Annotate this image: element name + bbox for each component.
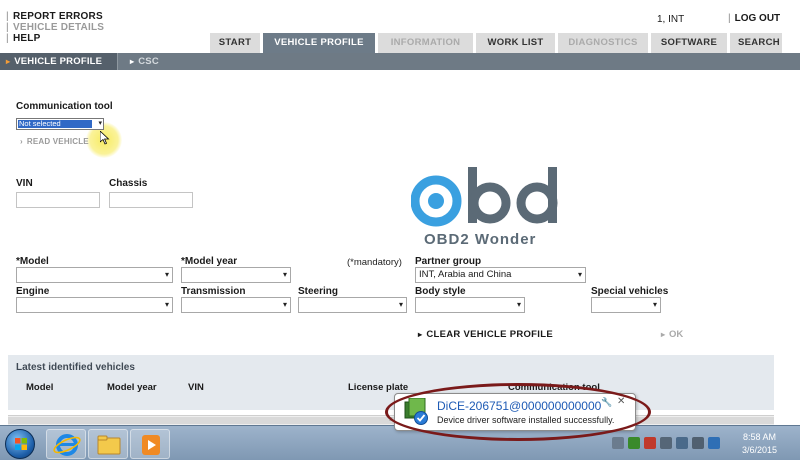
tab-work-list[interactable]: WORK LIST <box>476 33 555 53</box>
tab-start[interactable]: START <box>210 33 260 53</box>
logout-link[interactable]: | LOG OUT <box>728 13 780 24</box>
special-vehicles-label: Special vehicles <box>591 286 669 297</box>
column-header-vin[interactable]: VIN <box>188 382 204 393</box>
chevron-down-icon: ▾ <box>516 300 521 309</box>
chevron-down-icon: ▾ <box>577 270 582 279</box>
chevron-down-icon: ▾ <box>282 300 287 309</box>
battery-icon[interactable] <box>676 437 688 449</box>
partner-group-label: Partner group <box>415 256 482 267</box>
clock-time: 8:58 AM <box>743 432 777 442</box>
arrow-right-icon: ▸ <box>418 330 423 339</box>
subtab-vehicle-profile[interactable]: ▸ VEHICLE PROFILE <box>0 53 118 70</box>
top-links: | REPORT ERRORS | VEHICLE DETAILS | HELP <box>6 11 104 44</box>
engine-select[interactable]: ▾ <box>16 297 173 313</box>
file-explorer-taskbar-button[interactable] <box>88 429 128 459</box>
watermark-text: OBD2 Wonder <box>424 231 537 248</box>
comm-tool-value: Not selected <box>18 120 92 128</box>
show-hidden-icons-icon[interactable] <box>612 437 624 449</box>
system-tray <box>612 431 720 455</box>
model-year-label: *Model year <box>181 256 238 267</box>
partner-group-select[interactable]: INT, Arabia and China ▾ <box>415 267 586 283</box>
transmission-select[interactable]: ▾ <box>181 297 291 313</box>
tab-search[interactable]: SEARCH <box>730 33 782 53</box>
ok-button[interactable]: ▸ OK <box>661 329 683 340</box>
clock-date: 3/6/2015 <box>742 445 778 455</box>
internet-explorer-icon <box>53 434 81 456</box>
chevron-down-icon: ▾ <box>398 300 403 309</box>
comm-tool-select[interactable]: Not selected ▾ <box>16 118 104 130</box>
body-style-label: Body style <box>415 286 466 297</box>
media-player-icon <box>142 435 160 455</box>
partner-group-value: INT, Arabia and China <box>419 269 512 280</box>
action-center-icon[interactable] <box>644 437 656 449</box>
latest-vehicles-title: Latest identified vehicles <box>16 362 135 373</box>
sub-nav: ▸ VEHICLE PROFILE ▸ CSC <box>0 53 800 70</box>
arrow-right-icon: ▸ <box>6 57 11 66</box>
vin-label: VIN <box>16 178 33 189</box>
help-link[interactable]: | HELP <box>6 33 104 44</box>
bluetooth-icon[interactable] <box>708 437 720 449</box>
clock[interactable]: 8:58 AM 3/6/2015 <box>742 431 777 457</box>
steering-label: Steering <box>298 286 339 297</box>
network-icon[interactable] <box>660 437 672 449</box>
report-errors-link[interactable]: | REPORT ERRORS <box>6 11 104 22</box>
user-info: 1, INT <box>657 14 685 25</box>
tab-diagnostics: DIAGNOSTICS <box>558 33 648 53</box>
tab-vehicle-profile[interactable]: VEHICLE PROFILE <box>263 33 375 53</box>
internet-explorer-taskbar-button[interactable] <box>46 429 86 459</box>
model-label: *Model <box>16 256 49 267</box>
obd-watermark-logo <box>411 167 558 227</box>
chassis-input[interactable] <box>109 192 193 208</box>
column-header-model-year[interactable]: Model year <box>107 382 157 393</box>
engine-label: Engine <box>16 286 50 297</box>
read-vehicle-button[interactable]: › READ VEHICLE <box>20 137 89 146</box>
steering-select[interactable]: ▾ <box>298 297 407 313</box>
column-header-model[interactable]: Model <box>26 382 53 393</box>
media-player-taskbar-button[interactable] <box>130 429 170 459</box>
windows-logo-icon <box>15 438 27 450</box>
transmission-label: Transmission <box>181 286 246 297</box>
main-tabs: START VEHICLE PROFILE INFORMATION WORK L… <box>210 33 782 53</box>
chevron-down-icon: ▾ <box>98 120 102 127</box>
body-style-select[interactable]: ▾ <box>415 297 525 313</box>
column-header-license-plate[interactable]: License plate <box>348 382 408 393</box>
chassis-label: Chassis <box>109 178 148 189</box>
chevron-down-icon: ▾ <box>164 300 169 309</box>
vin-input[interactable] <box>16 192 100 208</box>
chevron-down-icon: ▾ <box>282 270 287 279</box>
device-install-icon[interactable] <box>628 437 640 449</box>
mandatory-note: (*mandatory) <box>347 257 402 268</box>
tab-software[interactable]: SOFTWARE <box>651 33 727 53</box>
vehicle-details-link[interactable]: | VEHICLE DETAILS <box>6 22 104 33</box>
subtab-csc[interactable]: ▸ CSC <box>118 53 159 70</box>
comm-tool-label: Communication tool <box>16 101 113 112</box>
start-button[interactable] <box>5 429 35 459</box>
arrow-right-icon: ▸ <box>130 57 135 66</box>
special-vehicles-select[interactable]: ▾ <box>591 297 661 313</box>
arrow-right-icon: ▸ <box>661 330 666 339</box>
mouse-pointer-icon <box>100 131 110 145</box>
folder-icon <box>97 435 121 455</box>
model-select[interactable]: ▾ <box>16 267 173 283</box>
tab-information: INFORMATION <box>378 33 473 53</box>
chevron-down-icon: ▾ <box>652 300 657 309</box>
model-year-select[interactable]: ▾ <box>181 267 291 283</box>
clear-vehicle-profile-button[interactable]: ▸ CLEAR VEHICLE PROFILE <box>418 329 553 340</box>
highlight-oval <box>385 383 651 441</box>
latest-vehicles-header: Model Model year VIN License plate Commu… <box>8 378 774 394</box>
chevron-down-icon: ▾ <box>164 270 169 279</box>
speaker-icon[interactable] <box>692 437 704 449</box>
